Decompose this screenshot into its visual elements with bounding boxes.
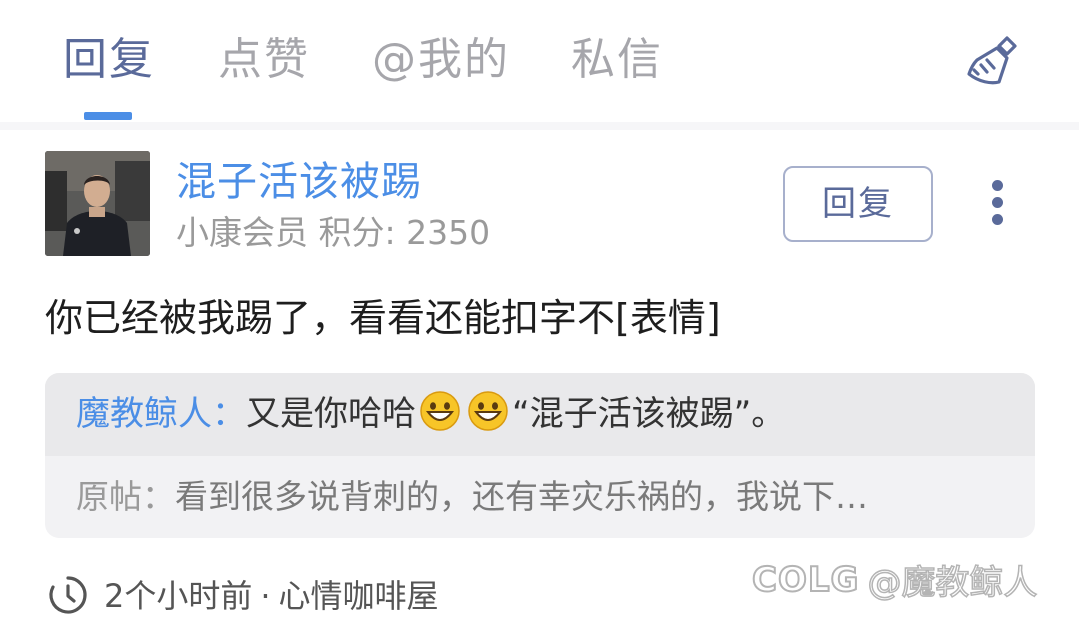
- tab-bar: 回复 点赞 @我的 私信: [0, 0, 1079, 122]
- avatar[interactable]: [45, 151, 150, 256]
- original-post-label: 原帖：: [76, 477, 175, 516]
- quoted-reply-line: 魔教鲸人：又是你哈哈 “混子活该被踢”。: [76, 388, 785, 440]
- username[interactable]: 混子活该被踢: [176, 155, 422, 209]
- reply-button[interactable]: 回复: [783, 166, 933, 242]
- quote-author[interactable]: 魔教鲸人: [76, 394, 212, 434]
- avatar-image: [45, 151, 150, 256]
- broom-icon[interactable]: [963, 32, 1023, 92]
- original-post-line[interactable]: 原帖：看到很多说背刺的，还有幸灾乐祸的，我说下…: [76, 471, 868, 523]
- notification-page: 回复 点赞 @我的 私信 混子活该被踢 小康会员 积分: 2350 回复 你已经…: [0, 0, 1079, 623]
- tab-divider: [0, 122, 1079, 130]
- user-level: 小康会员 积分: 2350: [176, 213, 491, 252]
- grinning-face-icon: [420, 391, 460, 431]
- tab-likes[interactable]: 点赞: [218, 30, 310, 90]
- comment-text: 你已经被我踢了，看看还能扣字不[表情]: [45, 296, 721, 340]
- quote-text-start: 又是你哈哈: [246, 394, 416, 434]
- tab-mentions[interactable]: @我的: [372, 30, 510, 90]
- quoted-reply-box[interactable]: 魔教鲸人：又是你哈哈 “混子活该被踢”。 原帖：看到很多说背刺的，还有幸灾乐祸的，…: [45, 373, 1035, 538]
- grinning-face-icon: [468, 391, 508, 431]
- more-options-icon[interactable]: [985, 180, 1011, 226]
- quote-text-end: “混子活该被踢”。: [512, 394, 786, 434]
- post-time: 2个小时前: [104, 577, 253, 615]
- watermark-logo: COLG: [751, 559, 860, 601]
- post-meta: 2个小时前 · 心情咖啡屋: [104, 570, 439, 622]
- original-post-text: 看到很多说背刺的，还有幸灾乐祸的，我说下…: [175, 477, 868, 516]
- tab-replies[interactable]: 回复: [63, 30, 155, 90]
- meta-separator: ·: [260, 577, 271, 615]
- quote-separator: ：: [212, 394, 246, 434]
- clock-icon: [49, 576, 87, 614]
- forum-name[interactable]: 心情咖啡屋: [279, 577, 439, 615]
- active-tab-indicator: [84, 112, 132, 120]
- watermark: COLG @魔教鲸人: [751, 555, 1039, 609]
- tab-messages[interactable]: 私信: [571, 30, 663, 90]
- watermark-handle: @魔教鲸人: [867, 562, 1039, 604]
